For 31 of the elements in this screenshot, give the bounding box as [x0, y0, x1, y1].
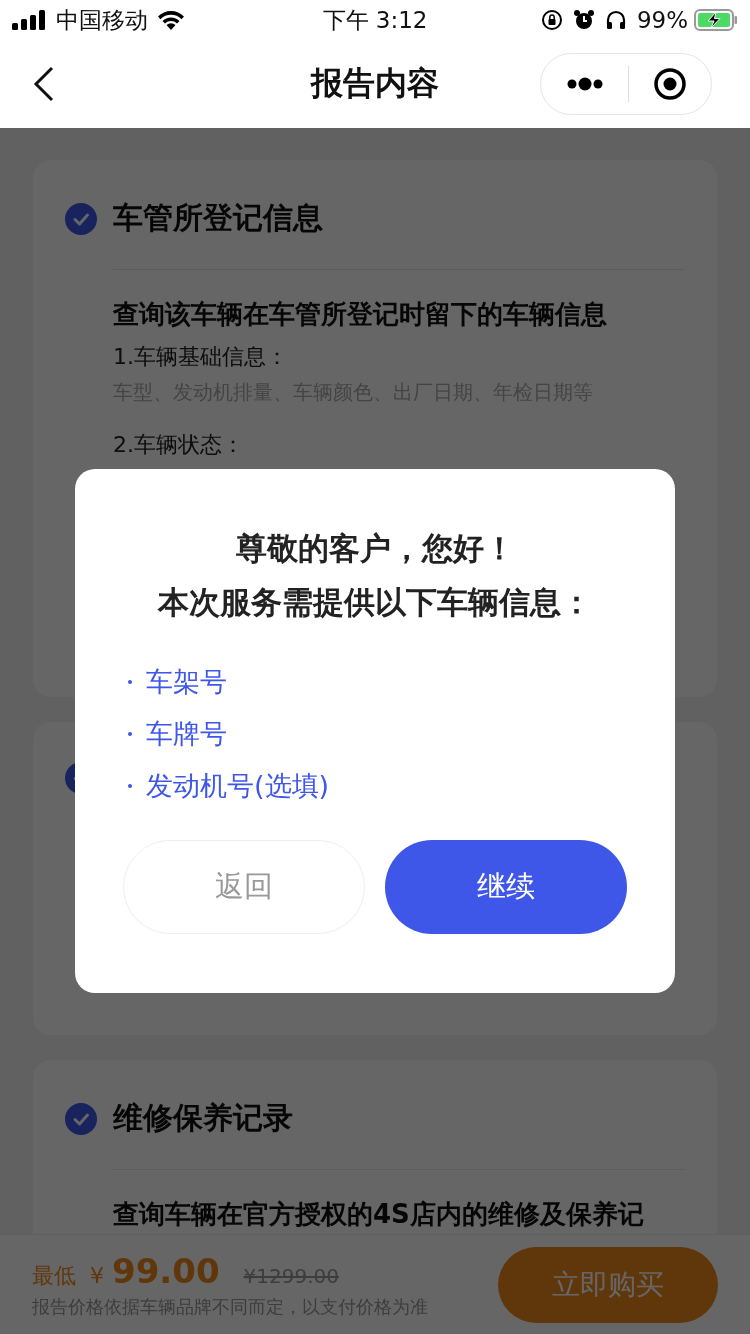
alarm-icon: [572, 9, 595, 31]
item-label: 2.车辆状态：: [113, 431, 245, 459]
buy-button[interactable]: 立即购买: [498, 1246, 718, 1323]
bullet-icon: [128, 784, 132, 788]
back-button[interactable]: [32, 64, 56, 104]
required-item: 发动机号(选填): [146, 769, 330, 803]
bullet-icon: [128, 732, 132, 736]
currency-sign: ¥: [90, 1262, 104, 1288]
item-label: 1.车辆基础信息：: [113, 343, 289, 371]
section-description: 查询车辆在官方授权的4S店内的维修及保养记: [113, 1198, 645, 1231]
back-button[interactable]: 返回: [123, 840, 365, 934]
page-title: 报告内容: [309, 63, 440, 104]
required-item: 车牌号: [146, 717, 227, 751]
section-title: 车管所登记信息: [113, 199, 323, 237]
required-item: 车架号: [146, 665, 227, 699]
section-description: 查询该车辆在车管所登记时留下的车辆信息: [113, 298, 608, 331]
dialog-title: 尊敬的客户，您好！ 本次服务需提供以下车辆信息：: [156, 529, 593, 622]
battery-icon: [694, 9, 738, 31]
carrier-name: 中国移动: [56, 5, 148, 35]
section-title: 维修保养记录: [113, 1099, 293, 1137]
signal-icon: [12, 10, 48, 30]
continue-button[interactable]: 继续: [385, 840, 627, 934]
close-icon[interactable]: [653, 67, 688, 101]
price: 99.00: [112, 1250, 220, 1291]
rotation-lock-icon: [540, 9, 563, 31]
headphones-icon: [604, 9, 627, 31]
bullet-icon: [128, 680, 132, 684]
wifi-icon: [156, 9, 186, 31]
battery-percent: 99%: [636, 7, 688, 33]
status-time: 下午 3:12: [322, 5, 428, 35]
price-label: 最低: [32, 1261, 76, 1290]
